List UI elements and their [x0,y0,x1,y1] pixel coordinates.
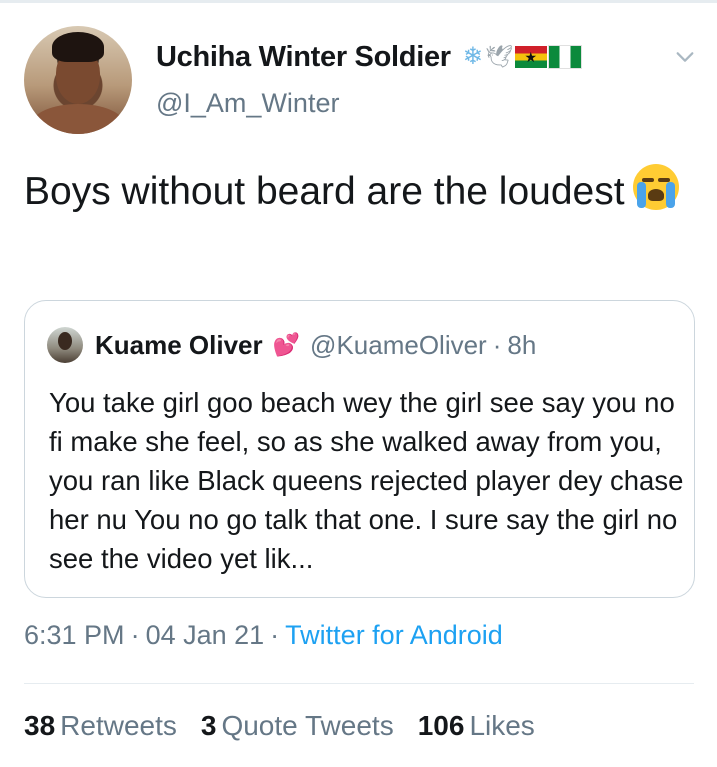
likes-count: 106 [417,710,465,741]
tweet-stats: 38 Retweets 3 Quote Tweets 106 Likes [24,710,535,742]
tweet-date: 04 Jan 21 [145,620,265,650]
tweet-time: 6:31 PM [24,620,125,650]
stats-divider [24,683,694,684]
quoted-author-name: Kuame Oliver [95,329,263,360]
meta-separator-2: · [270,620,280,650]
quote-tweets-count: 3 [200,710,217,741]
top-divider [0,0,717,3]
snowflake-icon: ❄ [462,43,483,70]
quoted-timestamp: 8h [507,329,537,360]
tweet-header: Uchiha Winter Soldier ❄ 🕊 @I_Am_Winter [24,26,704,136]
author-avatar[interactable] [24,26,132,134]
ghana-flag-icon [514,46,547,68]
quoted-author-avatar [47,327,83,363]
author-display-name[interactable]: Uchiha Winter Soldier [156,41,451,74]
meta-separator: · [130,620,140,650]
quoted-tweet-header: Kuame Oliver 💕 @KuameOliver · 8h [47,327,537,363]
chevron-down-icon[interactable] [674,46,696,68]
quote-tweets-label: Quote Tweets [221,710,394,741]
quoted-tweet-card[interactable]: Kuame Oliver 💕 @KuameOliver · 8h You tak… [24,300,695,598]
tweet-source-link[interactable]: Twitter for Android [285,620,503,650]
author-flair: ❄ 🕊 [462,43,582,70]
likes-stat[interactable]: 106 Likes [418,710,535,742]
dove-icon: 🕊 [484,44,513,69]
retweets-label: Retweets [60,710,177,741]
tweet-text-content: Boys without beard are the loudest [24,170,625,213]
likes-label: Likes [469,710,535,741]
quoted-author-handle: @KuameOliver [310,329,487,360]
two-hearts-icon: 💕 [272,332,301,357]
quoted-tweet-text: You take girl goo beach wey the girl see… [49,387,684,574]
retweets-stat[interactable]: 38 Retweets [24,710,177,742]
author-name-row: Uchiha Winter Soldier ❄ 🕊 [156,40,582,74]
tweet-text: Boys without beard are the loudest [24,164,684,217]
author-handle[interactable]: @I_Am_Winter [156,88,339,119]
loudly-crying-face-icon [632,164,679,210]
quoted-separator: · [492,329,502,360]
tweet-meta: 6:31 PM · 04 Jan 21 · Twitter for Android [24,620,503,651]
nigeria-flag-icon [547,45,582,69]
retweets-count: 38 [24,710,56,741]
quote-tweets-stat[interactable]: 3 Quote Tweets [201,710,394,742]
